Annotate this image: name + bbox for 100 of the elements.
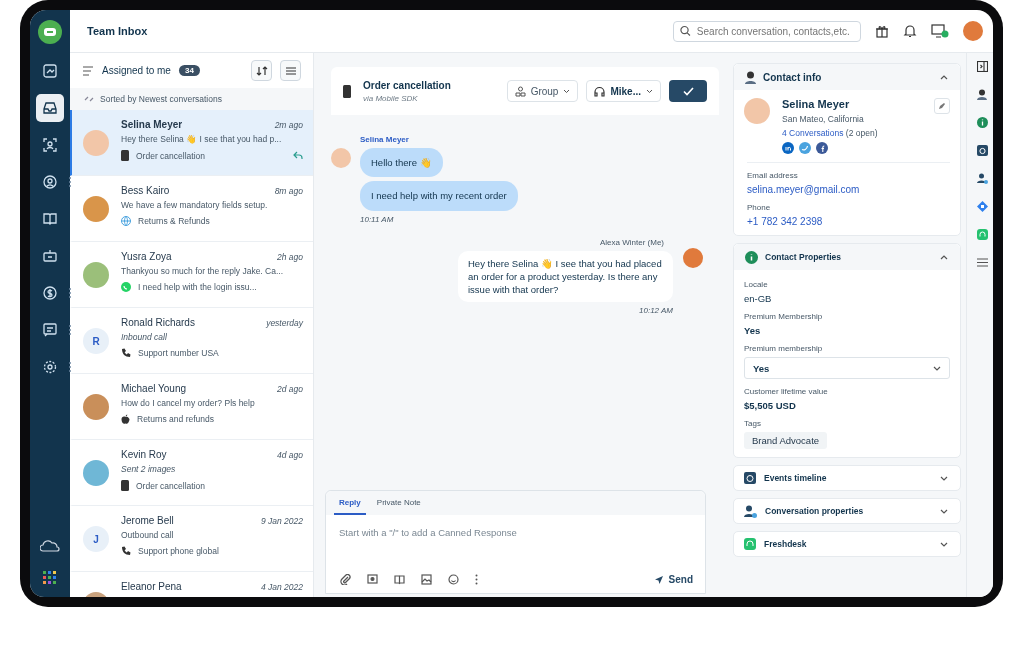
timestamp: 2m ago — [274, 120, 303, 130]
clock-icon — [744, 472, 756, 484]
section-title: Events timeline — [764, 473, 827, 483]
timestamp: 2d ago — [277, 384, 303, 394]
attachment-icon[interactable] — [340, 574, 351, 585]
more-handle-icon[interactable] — [69, 325, 71, 335]
sort-icon — [84, 94, 94, 104]
conversations-link[interactable]: 4 Conversations — [782, 128, 844, 138]
field-value-link[interactable]: selina.meyer@gmail.com — [747, 184, 950, 195]
conversation-item[interactable]: Michael Young 2d ago How do I cancel my order? Pls help Returns and refunds — [70, 374, 313, 440]
message-preview: Inbound call — [121, 332, 168, 342]
collapsed-section[interactable]: Events timeline — [733, 465, 961, 491]
whatsapp-icon — [121, 282, 131, 292]
person-icon[interactable] — [976, 173, 988, 184]
section-header[interactable]: Contact info — [734, 64, 960, 90]
contact-name: Michael Young — [121, 383, 187, 394]
conversation-item[interactable]: Eleanor Pena 4 Jan 2022 — [70, 572, 313, 597]
user-circle-icon — [42, 174, 58, 190]
apps-grid-icon[interactable] — [43, 571, 57, 585]
conversation-topic: Support number USA — [138, 348, 219, 358]
chevron-up-icon[interactable] — [940, 254, 948, 260]
filter-button[interactable] — [280, 60, 301, 81]
avatar-photo-placeholder — [331, 148, 351, 168]
conversation-item[interactable]: J Jerome Bell 9 Jan 2022 Outbound call Support phone global — [70, 506, 313, 572]
group-dropdown[interactable]: Group — [506, 80, 579, 102]
person-icon[interactable] — [977, 89, 987, 100]
checkmark-icon — [682, 86, 694, 96]
clock-icon[interactable] — [976, 145, 988, 156]
facebook-icon[interactable] — [816, 142, 828, 154]
resolve-button[interactable] — [669, 80, 707, 102]
message-preview: How do I cancel my order? Pls help — [121, 398, 256, 408]
emoji-icon[interactable] — [448, 574, 459, 585]
chevron-up-icon[interactable] — [940, 74, 948, 80]
diamond-icon[interactable] — [976, 201, 988, 212]
chevron-down-icon — [933, 365, 941, 371]
collapse-panel-icon[interactable] — [976, 61, 988, 72]
message-time: 10:12 AM — [639, 306, 673, 316]
filter-title[interactable]: Assigned to me — [102, 65, 171, 76]
contact-name: Selina Meyer — [121, 119, 183, 130]
search-field[interactable]: Search conversation, contacts,etc. — [673, 20, 861, 42]
more-handle-icon[interactable] — [69, 362, 71, 372]
message-preview: Hey there Selina 👋 I see that you had p... — [121, 134, 283, 144]
conversation-topic: I need help with the login issu... — [138, 282, 257, 292]
more-handle-icon[interactable] — [69, 177, 71, 187]
chevron-down-icon[interactable] — [940, 508, 948, 514]
contact-name: Eleanor Pena — [121, 581, 182, 592]
agent-dropdown[interactable]: Mike... — [586, 80, 661, 102]
membership-select[interactable]: Yes — [744, 357, 950, 379]
person-icon — [745, 70, 756, 84]
section-title: Contact info — [763, 71, 822, 83]
timestamp: 4 Jan 2022 — [260, 582, 303, 592]
reply-box[interactable]: Reply Private Note Start with a "/" to add a Canned Response Send — [325, 490, 706, 594]
conversation-item[interactable]: Yusra Zoya 2h ago Thankyou so much for the reply Jake. Ca... I need help with the login issu... — [70, 242, 313, 308]
twitter-icon[interactable] — [799, 142, 811, 154]
message-preview: Outbound call — [121, 530, 175, 540]
send-button[interactable]: Send — [653, 574, 693, 585]
nav-button[interactable] — [36, 94, 64, 122]
pencil-icon — [938, 102, 946, 110]
contact-name: Bess Kairo — [121, 185, 170, 196]
collapsed-section[interactable]: Freshdesk — [733, 531, 961, 557]
count-badge: 34 — [178, 65, 200, 76]
composer-tab[interactable]: Private Note — [371, 491, 426, 515]
video-icon[interactable] — [367, 574, 378, 585]
conversation-item[interactable]: Bess Kairo 8m ago We have a few mandatory fields setup. Returns & Refunds — [70, 176, 313, 242]
channel-label: via Mobile SDK — [363, 93, 419, 103]
conversation-topic: Order cancellation — [136, 480, 205, 491]
gift-icon[interactable] — [875, 24, 889, 38]
more-icon[interactable] — [475, 574, 478, 585]
sender-name: Alexa Winter (Me) — [600, 237, 664, 247]
timestamp: 4d ago — [277, 450, 303, 460]
field-label: Email address — [747, 171, 799, 180]
book-icon[interactable] — [394, 574, 405, 585]
image-icon[interactable] — [421, 574, 432, 585]
sort-button[interactable] — [251, 60, 272, 81]
contact-name: Yusra Zoya — [121, 251, 172, 262]
conversation-item[interactable]: R Ronald Richards yesterday Inbound call Support number USA — [70, 308, 313, 374]
bell-icon[interactable] — [903, 24, 917, 38]
edit-button[interactable] — [934, 98, 950, 114]
avatar-initial: J — [83, 526, 109, 552]
section-title: Freshdesk — [764, 539, 807, 549]
settings-sliders-icon[interactable] — [976, 257, 988, 268]
monitor-status-icon[interactable] — [931, 24, 949, 38]
timestamp: yesterday — [266, 318, 303, 328]
collapsed-section[interactable]: Conversation properties — [733, 498, 961, 524]
mobile-phone-icon — [343, 84, 351, 98]
conversation-topic: Order cancellation — [136, 150, 205, 161]
chevron-down-icon[interactable] — [940, 475, 948, 481]
chevron-down-icon[interactable] — [940, 541, 948, 547]
message-bubble: I need help with my recent order — [360, 181, 518, 211]
conversation-item[interactable]: Kevin Roy 4d ago Sent 2 images Order cancellation — [70, 440, 313, 506]
conversation-item[interactable]: Selina Meyer 2m ago Hey there Selina 👋 I see that you had p... Order cancellation — [70, 110, 313, 176]
more-handle-icon[interactable] — [69, 288, 71, 298]
info-icon[interactable] — [976, 117, 988, 128]
section-header[interactable]: Contact Properties — [734, 244, 960, 270]
user-avatar[interactable] — [963, 21, 983, 41]
avatar-photo-placeholder — [83, 196, 109, 222]
field-value-link[interactable]: +1 782 342 2398 — [747, 216, 950, 227]
linkedin-icon[interactable] — [782, 142, 794, 154]
avatar-photo-placeholder — [83, 460, 109, 486]
contact-name: Kevin Roy — [121, 449, 167, 460]
